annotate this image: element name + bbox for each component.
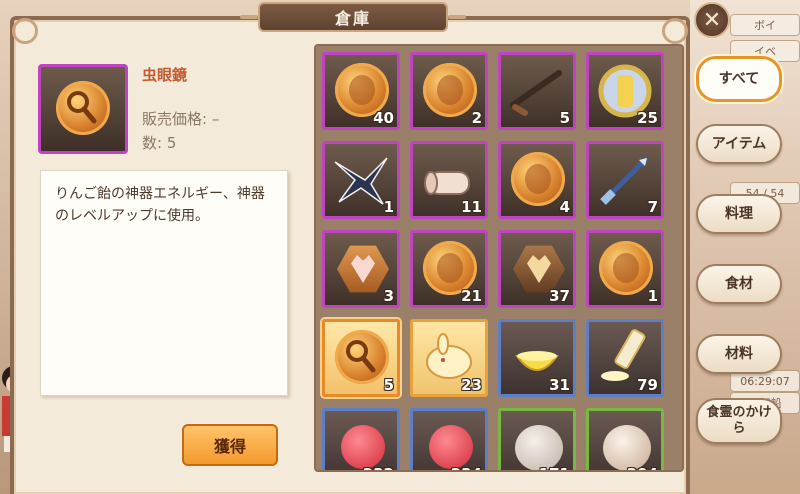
tab-cooking[interactable]: 料理: [696, 194, 782, 234]
item-name: 虫眼鏡: [142, 66, 188, 84]
item-slot[interactable]: 25: [586, 52, 664, 130]
item-slot[interactable]: 40: [322, 52, 400, 130]
item-quantity: 204: [627, 465, 658, 470]
detail-item-icon: [38, 64, 128, 154]
magnifier-coin-icon: [56, 81, 110, 135]
heart-hex-icon: [337, 245, 389, 293]
item-slot[interactable]: 11: [410, 141, 488, 219]
frame-ornament: [12, 18, 38, 44]
tab-all[interactable]: すべて: [696, 56, 782, 102]
item-quantity: 234: [451, 465, 482, 470]
magnifier-icon: [67, 91, 97, 124]
item-slot[interactable]: 4: [498, 141, 576, 219]
item-price: 販売価格: –: [142, 110, 220, 128]
tab-items[interactable]: アイテム: [696, 124, 782, 164]
item-slot[interactable]: 234: [410, 408, 488, 470]
item-grid[interactable]: 40 2 5 25 1 11 4 7 3 21 37 1 5 23 31 79 …: [314, 44, 684, 472]
obtain-button[interactable]: 獲得: [182, 424, 278, 466]
item-slot[interactable]: 7: [586, 141, 664, 219]
item-quantity: 1: [383, 198, 394, 216]
crossed-tools-icon[interactable]: ✕: [694, 2, 730, 38]
item-slot[interactable]: 37: [498, 230, 576, 308]
item-slot[interactable]: 232: [322, 408, 400, 470]
tab-food-soul-fragments[interactable]: 食霊のかけら: [696, 398, 782, 444]
item-description: りんご飴の神器エネルギー、神器のレベルアップに使用。: [40, 170, 288, 396]
item-slot[interactable]: 1: [586, 230, 664, 308]
item-quantity: 31: [549, 376, 570, 394]
item-quantity: 5: [383, 376, 394, 394]
item-quantity: 3: [383, 287, 394, 305]
item-slot[interactable]: 23: [410, 319, 488, 397]
item-quantity: 7: [647, 198, 658, 216]
item-quantity: 37: [549, 287, 570, 305]
coin-bow-icon: [599, 241, 653, 295]
item-slot[interactable]: 5: [498, 52, 576, 130]
item-quantity: 232: [363, 465, 394, 470]
window-title: 倉庫: [240, 2, 466, 32]
item-quantity: 40: [373, 109, 394, 127]
item-slot[interactable]: 3: [322, 230, 400, 308]
tab-materials[interactable]: 材料: [696, 334, 782, 374]
red-berry-icon: [429, 425, 473, 469]
item-slot-selected[interactable]: 5: [322, 319, 400, 397]
item-slot[interactable]: 171: [498, 408, 576, 470]
item-quantity: 79: [637, 376, 658, 394]
item-quantity: 4: [559, 198, 570, 216]
item-quantity: 11: [461, 198, 482, 216]
item-count: 数: 5: [142, 134, 177, 152]
item-slot[interactable]: 2: [410, 52, 488, 130]
item-quantity: 1: [647, 287, 658, 305]
item-slot[interactable]: 79: [586, 319, 664, 397]
item-slot[interactable]: 21: [410, 230, 488, 308]
item-quantity: 21: [461, 287, 482, 305]
item-slot[interactable]: 204: [586, 408, 664, 470]
magnifier-icon: [346, 340, 376, 373]
item-quantity: 25: [637, 109, 658, 127]
item-slot[interactable]: 1: [322, 141, 400, 219]
tab-ingredients[interactable]: 食材: [696, 264, 782, 304]
item-quantity: 5: [559, 109, 570, 127]
item-quantity: 2: [471, 109, 482, 127]
item-quantity: 171: [539, 465, 570, 470]
coin-beast-icon: [423, 63, 477, 117]
magnifier-coin-icon: [335, 330, 389, 384]
item-detail-panel: 虫眼鏡 販売価格: – 数: 5 りんご飴の神器エネルギー、神器のレベルアップに…: [18, 44, 308, 484]
item-slot[interactable]: 31: [498, 319, 576, 397]
item-quantity: 23: [461, 376, 482, 394]
red-berry-icon: [341, 425, 385, 469]
frame-ornament: [662, 18, 688, 44]
coin-crown-icon: [511, 152, 565, 206]
hud-strip: ボイ: [730, 14, 800, 36]
